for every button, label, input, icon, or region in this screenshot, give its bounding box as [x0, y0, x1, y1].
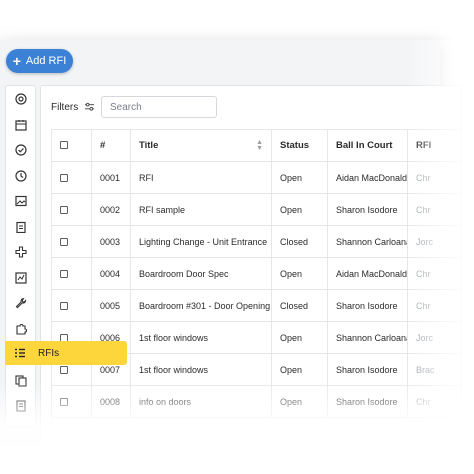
- clipboard-icon[interactable]: [6, 216, 35, 238]
- calendar-icon[interactable]: [6, 114, 35, 136]
- cell-rfi-manager: Chr: [407, 385, 461, 418]
- cell-number: 0002: [91, 193, 131, 226]
- row-checkbox[interactable]: [60, 398, 68, 407]
- select-all-cell[interactable]: [51, 129, 92, 162]
- cell-title[interactable]: info on doors: [130, 385, 272, 418]
- cell-title[interactable]: 1st floor windows: [130, 321, 272, 354]
- document-swap-icon[interactable]: [6, 370, 35, 392]
- cell-status: Open: [271, 353, 328, 386]
- rfi-table: # Title ▲ ▼ Status Ball In Court RFI 0001 R…: [51, 129, 461, 418]
- cell-number: 0004: [91, 257, 131, 290]
- row-checkbox[interactable]: [60, 174, 68, 183]
- check-circle-icon[interactable]: [6, 139, 35, 161]
- row-checkbox[interactable]: [60, 238, 68, 247]
- cell-title[interactable]: Boardroom Door Spec: [130, 257, 272, 290]
- row-select-cell[interactable]: [51, 257, 92, 290]
- chart-icon[interactable]: [6, 267, 35, 289]
- header-rfi-manager[interactable]: RFI: [407, 129, 461, 162]
- cell-title[interactable]: Lighting Change - Unit Entrance: [130, 225, 272, 258]
- table-row[interactable]: 0001 RFI Open Aidan MacDonald Chr: [51, 161, 461, 194]
- select-all-checkbox[interactable]: [60, 141, 68, 150]
- row-select-cell[interactable]: [51, 225, 92, 258]
- cell-number: 0001: [91, 161, 131, 194]
- cell-status: Open: [271, 321, 328, 354]
- cell-title[interactable]: 1st floor windows: [130, 353, 272, 386]
- cell-ball-in-court: Aidan MacDonald: [327, 161, 408, 194]
- cell-status: Open: [271, 161, 328, 194]
- cell-number: 0005: [91, 289, 131, 322]
- table-row[interactable]: 0008 info on doors Open Sharon Isodore Chr: [51, 385, 461, 418]
- row-checkbox[interactable]: [60, 366, 68, 375]
- cell-ball-in-court: Sharon Isodore: [327, 385, 408, 418]
- cell-rfi-manager: Jorc: [407, 321, 461, 354]
- cell-ball-in-court: Sharon Isodore: [327, 353, 408, 386]
- cell-rfi-manager: Chr: [407, 193, 461, 226]
- cell-status: Closed: [271, 225, 328, 258]
- target-icon[interactable]: [6, 88, 35, 110]
- wrench-icon[interactable]: [6, 292, 35, 314]
- cell-rfi-manager: Brac: [407, 353, 461, 386]
- list-icon: [5, 347, 34, 359]
- cell-ball-in-court: Aidan MacDonald: [327, 257, 408, 290]
- cell-status: Open: [271, 257, 328, 290]
- row-select-cell[interactable]: [51, 161, 92, 194]
- filters-label[interactable]: Filters: [51, 102, 78, 113]
- table-row[interactable]: 0005 Boardroom #301 - Door Opening Closed S…: [51, 289, 461, 322]
- table-header-row: # Title ▲ ▼ Status Ball In Court RFI: [51, 129, 461, 162]
- plus-cross-icon[interactable]: [6, 241, 35, 263]
- row-checkbox[interactable]: [60, 206, 68, 215]
- header-number[interactable]: #: [91, 129, 131, 162]
- header-ball-in-court[interactable]: Ball In Court: [327, 129, 408, 162]
- cell-status: Open: [271, 385, 328, 418]
- cell-title[interactable]: RFI sample: [130, 193, 272, 226]
- filter-sliders-icon[interactable]: [84, 101, 95, 112]
- add-rfi-button[interactable]: + Add RFI: [6, 49, 73, 73]
- cell-number: 0008: [91, 385, 131, 418]
- sidebar: [5, 85, 36, 427]
- table-row[interactable]: 0004 Boardroom Door Spec Open Aidan MacDona…: [51, 257, 461, 290]
- cell-ball-in-court: Sharon Isodore: [327, 289, 408, 322]
- row-checkbox[interactable]: [60, 302, 68, 311]
- cell-title[interactable]: RFI: [130, 161, 272, 194]
- puzzle-icon[interactable]: [6, 318, 35, 340]
- table-row[interactable]: 0003 Lighting Change - Unit Entrance Close…: [51, 225, 461, 258]
- search-input[interactable]: [101, 96, 217, 118]
- sidebar-item-rfis[interactable]: RFIs: [5, 341, 127, 365]
- cell-ball-in-court: Shannon Carloana: [327, 321, 408, 354]
- cell-number: 0003: [91, 225, 131, 258]
- header-title[interactable]: Title ▲ ▼: [130, 129, 272, 162]
- sort-icon[interactable]: ▲ ▼: [256, 139, 263, 152]
- row-select-cell[interactable]: [51, 385, 92, 418]
- document-icon[interactable]: [6, 395, 35, 417]
- clock-icon[interactable]: [6, 165, 35, 187]
- header-title-label: Title: [139, 140, 159, 151]
- header-status[interactable]: Status: [271, 129, 328, 162]
- plus-icon: +: [12, 53, 21, 69]
- table-row[interactable]: 0002 RFI sample Open Sharon Isodore Chr: [51, 193, 461, 226]
- cell-ball-in-court: Sharon Isodore: [327, 193, 408, 226]
- cell-rfi-manager: Chr: [407, 161, 461, 194]
- sidebar-item-label: RFIs: [38, 347, 60, 359]
- cell-rfi-manager: Chr: [407, 257, 461, 290]
- rfi-table-wrapper: # Title ▲ ▼ Status Ball In Court RFI 0001 R…: [51, 129, 461, 449]
- cell-rfi-manager: Chr: [407, 289, 461, 322]
- cell-title[interactable]: Boardroom #301 - Door Opening: [130, 289, 272, 322]
- cell-status: Open: [271, 193, 328, 226]
- cell-status: Closed: [271, 289, 328, 322]
- cell-rfi-manager: Jorc: [407, 225, 461, 258]
- row-select-cell[interactable]: [51, 289, 92, 322]
- row-select-cell[interactable]: [51, 193, 92, 226]
- cell-ball-in-court: Shannon Carloana: [327, 225, 408, 258]
- image-icon[interactable]: [6, 190, 35, 212]
- add-rfi-label: Add RFI: [25, 55, 67, 67]
- rfi-list-panel: Filters # Title ▲▼ Status Ball In Court R…: [40, 85, 462, 447]
- row-checkbox[interactable]: [60, 270, 68, 279]
